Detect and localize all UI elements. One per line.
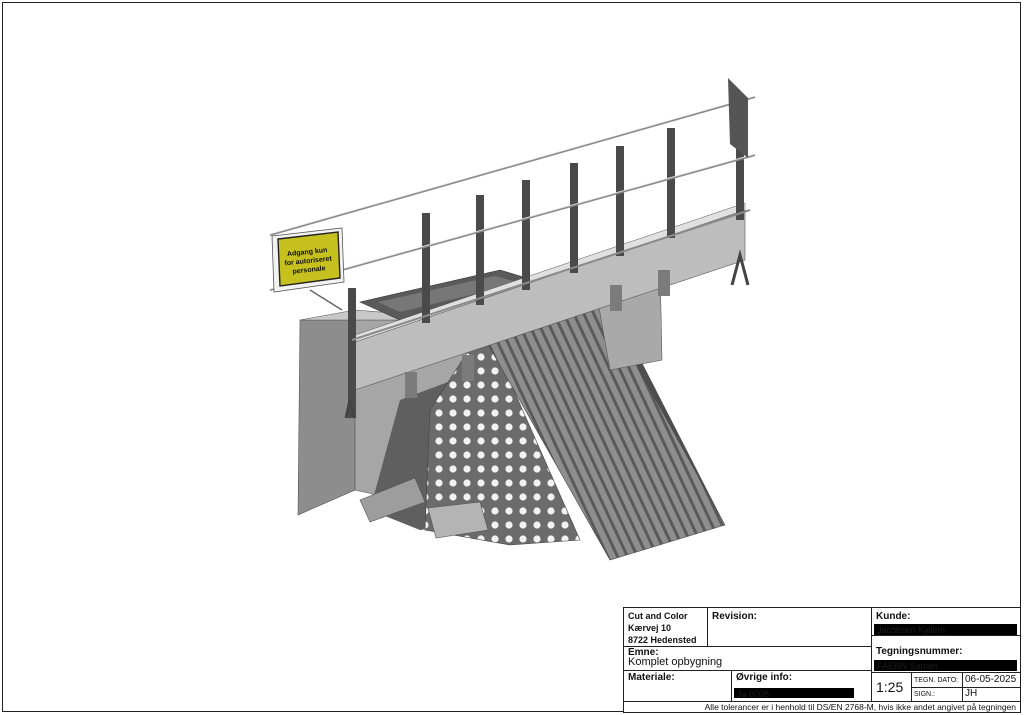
company-name: Cut and Color <box>628 611 688 621</box>
kunde-value: Jacobsen Kyllem <box>874 624 1017 635</box>
tegningsnummer-value: FAERN Samlet <box>874 660 1017 671</box>
end-panel <box>728 78 748 158</box>
tegn-dato-value: 06-05-2025 <box>965 674 1017 685</box>
bracket <box>658 270 670 296</box>
bracket <box>405 372 417 398</box>
materiale-label: Materiale: <box>628 672 675 683</box>
revision-label: Revision: <box>712 611 758 622</box>
sign-value: JH <box>965 688 978 699</box>
company-info: Cut and Color Kærvej 10 8722 Hedensted <box>628 610 697 646</box>
emne-value: Komplet opbygning <box>628 656 723 668</box>
ovrige-info-value: Ja 6008 <box>734 688 854 698</box>
scale-value: 1:25 <box>876 679 904 695</box>
company-street: Kærvej 10 <box>628 623 672 633</box>
tegn-dato-label: TEGN. DATO: <box>914 677 959 684</box>
model-rendering: Adgang kun for autoriseret personale <box>269 78 756 561</box>
sign-brace <box>309 289 343 311</box>
tolerance-note: Alle tolerancer er i henhold til DS/EN 2… <box>704 702 1016 712</box>
warning-sign: Adgang kun for autoriseret personale <box>271 227 345 293</box>
bracket <box>610 285 622 311</box>
tegningsnummer-label: Tegningsnummer: <box>876 646 963 657</box>
kunde-label: Kunde: <box>876 611 911 622</box>
title-block: Cut and Color Kærvej 10 8722 Hedensted R… <box>623 607 1021 713</box>
ovrige-info-label: Øvrige info: <box>736 672 793 683</box>
company-city: 8722 Hedensted <box>628 635 697 645</box>
sign-label: SIGN.: <box>914 691 936 698</box>
bracket <box>462 355 474 381</box>
